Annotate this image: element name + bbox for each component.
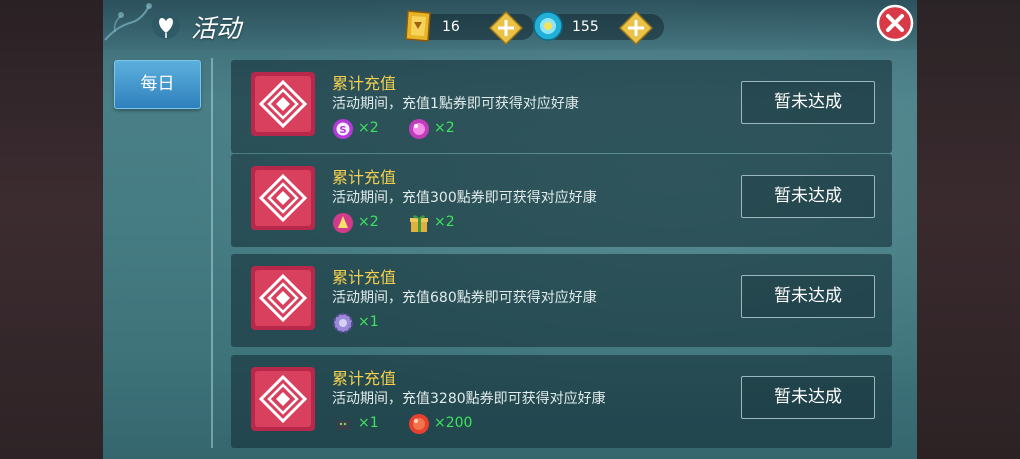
background-left xyxy=(0,0,103,459)
card-title: 累计充值 xyxy=(332,168,397,187)
reward-quantity: ×1 xyxy=(358,415,379,431)
recharge-emblem-icon xyxy=(251,166,315,230)
activity-card: 累计充值 活动期间，充值300點券即可获得对应好康 ×2 ×2 暂未达成 xyxy=(231,154,892,247)
heart-balloon-icon xyxy=(152,11,180,39)
reward-quantity: ×1 xyxy=(358,314,379,330)
card-description: 活动期间，充值300點券即可获得对应好康 xyxy=(332,190,597,206)
sidebar-divider xyxy=(211,58,213,448)
coupon-value: 16 xyxy=(442,19,460,35)
card-title: 累计充值 xyxy=(332,268,397,287)
add-gem-button[interactable] xyxy=(619,11,653,45)
reward-quantity: ×200 xyxy=(434,415,473,431)
reward-quantity: ×2 xyxy=(434,214,455,230)
recharge-emblem-icon xyxy=(251,72,315,136)
card-title: 累计充值 xyxy=(332,369,397,388)
status-button[interactable]: 暂未达成 xyxy=(741,275,875,318)
tab-daily[interactable]: 每日 xyxy=(114,60,201,109)
reward-quantity: ×2 xyxy=(358,120,379,136)
close-button[interactable] xyxy=(876,4,914,42)
activity-card: 累计充值 活动期间，充值680點券即可获得对应好康 ×1 暂未达成 xyxy=(231,254,892,347)
card-description: 活动期间，充值3280點券即可获得对应好康 xyxy=(332,391,606,407)
activity-card: 累计充值 活动期间，充值3280點券即可获得对应好康 ×1 ×200 暂未达成 xyxy=(231,355,892,448)
recharge-emblem-icon xyxy=(251,266,315,330)
activity-card: 累计充值 活动期间，充值1點券即可获得对应好康 S ×2 ×2 暂未达成 xyxy=(231,60,892,153)
page-title: 活动 xyxy=(191,14,242,43)
gold-coupon-icon xyxy=(405,10,431,42)
red-orb-icon xyxy=(409,414,429,434)
status-button[interactable]: 暂未达成 xyxy=(741,175,875,218)
dark-creature-icon xyxy=(333,420,353,431)
reward-quantity: ×2 xyxy=(434,120,455,136)
activity-panel: 活动 16 155 每日 累计充值 活动期间，充值1點券即可获得对应好康 S ×… xyxy=(103,0,917,459)
status-button[interactable]: 暂未达成 xyxy=(741,81,875,124)
lavender-gear-icon xyxy=(333,313,353,333)
svg-text:S: S xyxy=(339,125,346,136)
recharge-emblem-icon xyxy=(251,367,315,431)
blue-gem-icon xyxy=(533,11,563,41)
add-coupon-button[interactable] xyxy=(489,11,523,45)
status-button[interactable]: 暂未达成 xyxy=(741,376,875,419)
gem-value: 155 xyxy=(572,19,599,35)
card-description: 活动期间，充值680點券即可获得对应好康 xyxy=(332,290,597,306)
pink-orb-icon xyxy=(409,119,429,139)
background-right xyxy=(917,0,1020,459)
magenta-orb-icon xyxy=(333,213,353,233)
gift-box-icon xyxy=(410,215,428,232)
card-description: 活动期间，充值1點券即可获得对应好康 xyxy=(332,96,579,112)
card-title: 累计充值 xyxy=(332,74,397,93)
panel-header: 活动 16 155 xyxy=(103,0,917,50)
purple-s-badge-icon: S xyxy=(333,119,353,139)
reward-quantity: ×2 xyxy=(358,214,379,230)
